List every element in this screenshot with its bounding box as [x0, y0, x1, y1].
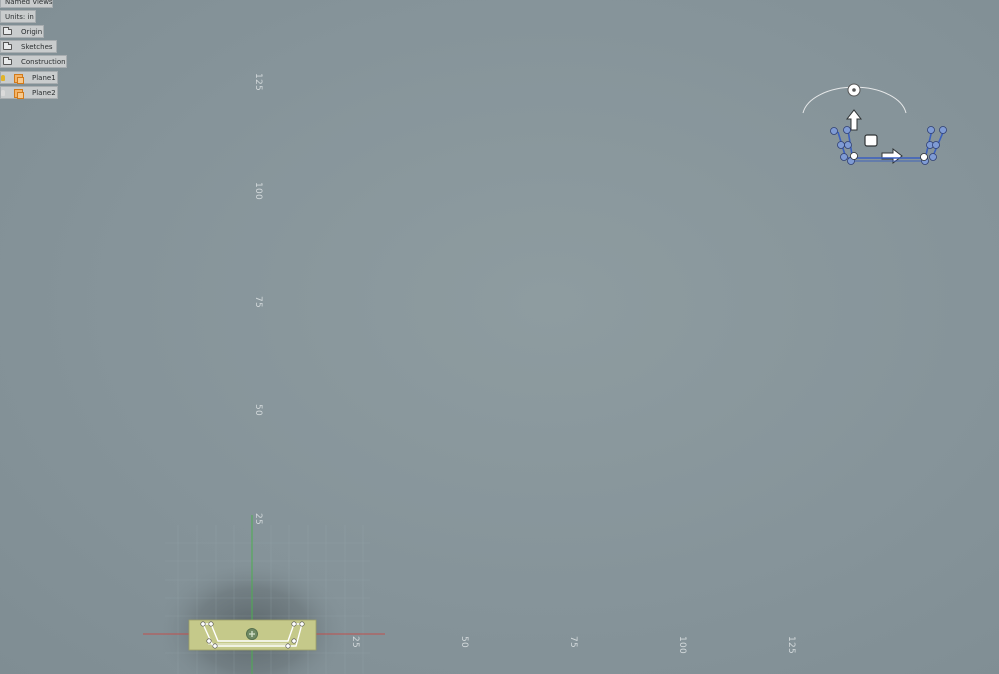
- origin-icon[interactable]: [246, 628, 258, 640]
- home-cube-icon[interactable]: [864, 134, 878, 147]
- viewport-canvas[interactable]: [0, 0, 999, 674]
- view-manipulator[interactable]: [802, 83, 947, 165]
- rotate-handle-icon[interactable]: [847, 83, 861, 97]
